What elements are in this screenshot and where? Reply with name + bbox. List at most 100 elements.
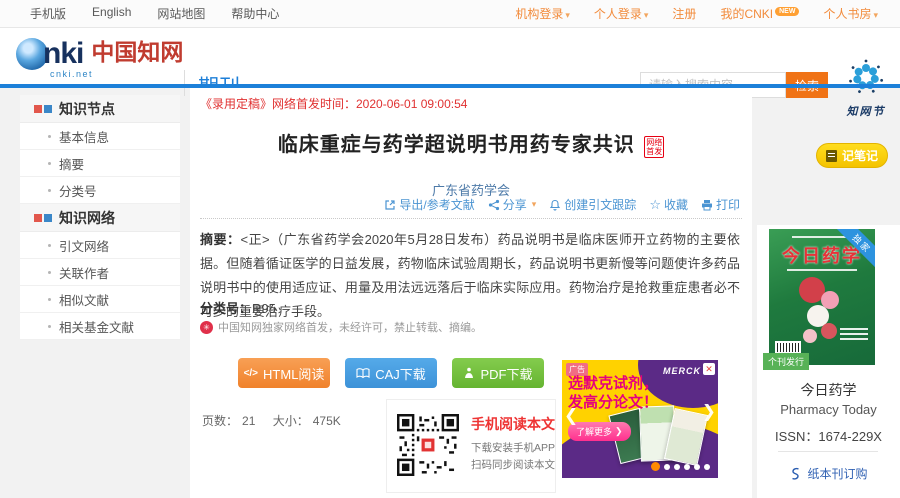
chevron-down-icon: ▾: [873, 10, 878, 20]
page-title: 临床重症与药学超说明书用药专家共识: [278, 134, 635, 156]
bullet-icon: [48, 298, 51, 301]
mobile-read-line2: 扫码同步阅读本文: [471, 457, 555, 472]
bell-icon: [549, 199, 561, 211]
citation-alert-button[interactable]: 创建引文跟踪: [549, 196, 636, 213]
new-badge: NEW: [775, 7, 799, 16]
first-publish-notice: 《录用定稿》网络首发时间：2020-06-01 09:00:54: [200, 95, 467, 112]
bullet-icon: [48, 325, 51, 328]
take-note-button[interactable]: 记笔记: [816, 143, 888, 168]
file-meta: 页数：21 大小：475K: [202, 412, 345, 429]
journal-cover[interactable]: 今日药学 独家: [769, 229, 875, 365]
carousel-dots[interactable]: [651, 462, 710, 471]
cover-flower-art: [821, 323, 837, 339]
carousel-dot[interactable]: [704, 464, 710, 470]
section-icon: [34, 105, 42, 113]
journal-issn: ISSN：1674-229X: [757, 426, 900, 445]
paper-subscription-icon: [789, 467, 802, 480]
print-button[interactable]: 打印: [701, 196, 740, 213]
sidebar-item-related-fund-literature[interactable]: 相关基金文献: [20, 313, 180, 340]
carousel-next-button[interactable]: ❯: [702, 402, 716, 422]
brand-domain: cnki.net: [50, 69, 93, 79]
carousel-prev-button[interactable]: ❮: [564, 406, 578, 426]
carousel-dot[interactable]: [684, 464, 690, 470]
topbar-link-sitemap[interactable]: 网站地图: [157, 5, 205, 22]
personal-study-link[interactable]: 个人书房▾: [823, 5, 878, 22]
mobile-read-title: 手机阅读本文: [471, 414, 555, 434]
share-button[interactable]: 分享▾: [488, 196, 537, 213]
exclusive-icon: ✳: [200, 321, 213, 334]
divider: [200, 218, 742, 219]
bullet-icon: [48, 271, 51, 274]
caj-download-button[interactable]: CAJ下载: [345, 358, 437, 388]
pages-label: 页数：: [202, 414, 238, 428]
topbar-link-english[interactable]: English: [92, 5, 131, 22]
carousel-dot[interactable]: [694, 464, 700, 470]
carousel-dot[interactable]: [664, 464, 670, 470]
personal-login-link[interactable]: 个人登录▾: [594, 5, 649, 22]
star-icon: ☆: [649, 197, 661, 213]
export-reference-button[interactable]: 导出/参考文献: [384, 196, 474, 213]
pdf-icon: [463, 367, 475, 379]
sidebar-section-knowledge-network: 知识网络: [20, 204, 180, 232]
html-read-button[interactable]: </> HTML阅读: [238, 358, 330, 388]
arrow-right-icon: ❯: [615, 426, 623, 437]
cover-decoration: [787, 269, 857, 271]
mobile-read-card: 手机阅读本文 下载安装手机APP 扫码同步阅读本文: [386, 399, 556, 493]
close-icon[interactable]: ✕: [703, 363, 715, 375]
class-number-label: 分类号：: [200, 301, 252, 316]
sidebar-item-similar-literature[interactable]: 相似文献: [20, 286, 180, 313]
class-number-value: R95: [252, 301, 276, 316]
abstract-block: 摘要：<正>（广东省药学会2020年5月28日发布）药品说明书是临床医师开立药物…: [200, 228, 740, 324]
page-body: 知识节点 基本信息 摘要 分类号 知识网络 引文网络 关联作者 相似文献 相关基…: [0, 88, 900, 498]
print-subscription-link[interactable]: 纸本刊订购: [757, 465, 900, 482]
notebook-icon: [826, 150, 837, 162]
org-login-link[interactable]: 机构登录▾: [515, 5, 570, 22]
sidebar-item-abstract[interactable]: 摘要: [20, 150, 180, 177]
ad-headline-line2: 发高分论文！: [568, 391, 658, 412]
printer-icon: [701, 199, 713, 211]
export-icon: [384, 199, 396, 211]
qr-code: [397, 414, 459, 476]
sidebar-item-related-authors[interactable]: 关联作者: [20, 259, 180, 286]
cnki-logo[interactable]: nki cnki.net 中国知网: [16, 38, 183, 70]
brand-chinese-name: 中国知网: [91, 38, 183, 68]
bullet-icon: [48, 189, 51, 192]
topbar-link-help[interactable]: 帮助中心: [231, 5, 279, 22]
sidebar-item-citation-network[interactable]: 引文网络: [20, 232, 180, 259]
online-first-badge: 网络首发: [644, 136, 664, 158]
brand-letters: nki: [43, 38, 83, 70]
register-link[interactable]: 注册: [672, 5, 696, 22]
journal-name[interactable]: 今日药学: [757, 380, 900, 400]
sidebar: 知识节点 基本信息 摘要 分类号 知识网络 引文网络 关联作者 相似文献 相关基…: [20, 95, 180, 340]
sidebar-item-basic-info[interactable]: 基本信息: [20, 123, 180, 150]
section-title: 知识节点: [59, 99, 115, 119]
abstract-label: 摘要：: [200, 232, 240, 247]
pdf-download-button[interactable]: PDF下载: [452, 358, 544, 388]
journal-name-english: Pharmacy Today: [757, 402, 900, 417]
abstract-text: <正>（广东省药学会2020年5月28日发布）药品说明书是临床医师开立药物的主要…: [200, 232, 740, 319]
cover-info-lines: [840, 325, 868, 340]
cover-flower-art: [803, 329, 817, 343]
topbar-left-links: 手机版 English 网站地图 帮助中心: [30, 5, 279, 22]
journal-panel: 今日药学 独家 个刊发行 今日药学 Pharmacy Today ISSN：16…: [757, 225, 900, 498]
my-cnki-link[interactable]: 我的CNKINEW: [720, 5, 799, 22]
divider: [778, 451, 878, 452]
sidebar-item-class-number[interactable]: 分类号: [20, 177, 180, 204]
exclusive-notice-text: 中国知网独家网络首发，未经许可，禁止转载、摘编。: [218, 319, 482, 335]
class-number-row: 分类号：R95: [200, 298, 276, 317]
chevron-down-icon: ▾: [565, 10, 570, 20]
cover-decoration: [792, 236, 852, 238]
book-icon: [356, 368, 370, 379]
carousel-dot[interactable]: [674, 464, 680, 470]
favorite-button[interactable]: ☆ 收藏: [649, 196, 688, 213]
exclusive-notice: ✳ 中国知网独家网络首发，未经许可，禁止转载、摘编。: [200, 319, 482, 335]
ad-brand-logo: MERCK: [663, 366, 701, 376]
ad-banner[interactable]: 广告 选默克试剂， 发高分论文！ 了解更多❯ MERCK ✕ ❮ ❯: [562, 360, 718, 478]
topbar-right-links: 机构登录▾ 个人登录▾ 注册 我的CNKINEW 个人书房▾: [515, 5, 878, 22]
topbar-link-mobile[interactable]: 手机版: [30, 5, 66, 22]
sidebar-section-knowledge-node: 知识节点: [20, 95, 180, 123]
carousel-dot[interactable]: [651, 462, 660, 471]
bullet-icon: [48, 244, 51, 247]
size-label: 大小：: [273, 414, 309, 428]
article-toolbar: 导出/参考文献 分享▾ 创建引文跟踪 ☆ 收藏 打印: [384, 196, 740, 213]
